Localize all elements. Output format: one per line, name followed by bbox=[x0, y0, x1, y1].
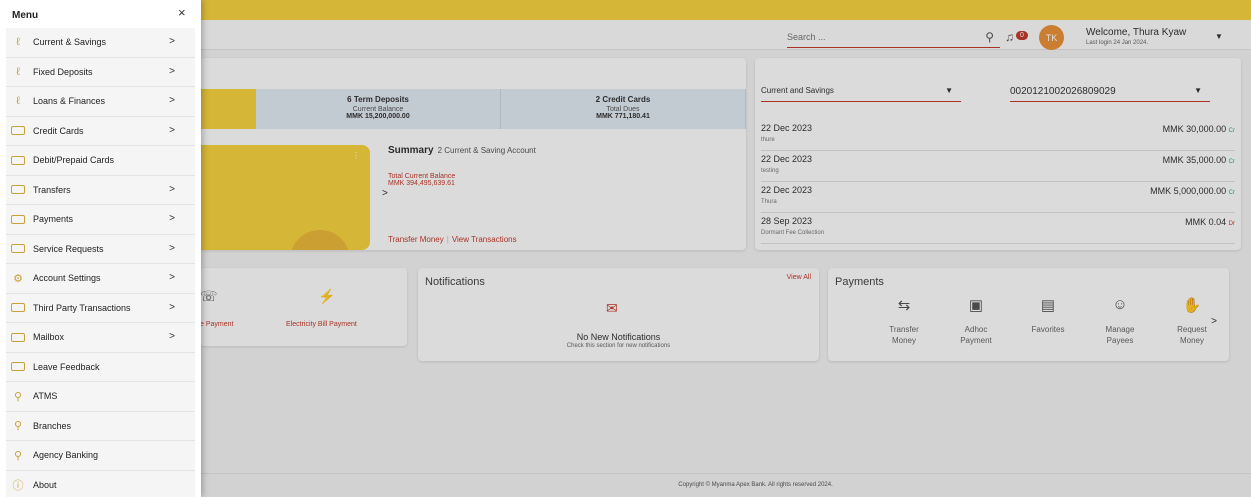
menu-item-label: Third Party Transactions bbox=[33, 302, 131, 313]
menu-item-label: Agency Banking bbox=[33, 450, 99, 461]
menu-item-label: Leave Feedback bbox=[33, 361, 100, 372]
card-icon bbox=[11, 126, 25, 136]
menu-item-label: Account Settings bbox=[33, 273, 101, 284]
transfer-icon bbox=[11, 185, 25, 195]
menu-item-label: Credit Cards bbox=[33, 125, 84, 136]
chevron-right-icon: > bbox=[169, 36, 175, 47]
chevron-right-icon: > bbox=[169, 242, 175, 254]
menu-item-label: ATMS bbox=[33, 391, 58, 402]
menu-item-credit-cards[interactable]: Credit Cards > bbox=[6, 116, 195, 146]
chevron-right-icon: > bbox=[169, 331, 175, 342]
chevron-right-icon: > bbox=[169, 65, 175, 77]
gear-icon: ⚙ bbox=[13, 272, 23, 285]
menu-item-branches[interactable]: ⚲ Branches bbox=[6, 411, 195, 441]
feedback-icon bbox=[11, 362, 25, 372]
menu-item-label: Payments bbox=[33, 214, 74, 225]
people-icon: ℓ bbox=[16, 95, 20, 108]
menu-item-label: About bbox=[33, 479, 57, 490]
menu-item-debit-prepaid-cards[interactable]: Debit/Prepaid Cards bbox=[6, 146, 195, 176]
card-icon bbox=[11, 155, 25, 165]
menu-list: ℓ Current & Savings > ℓ Fixed Deposits > ℓ Loan… bbox=[0, 28, 201, 497]
people-icon: ℓ bbox=[16, 36, 20, 49]
chevron-right-icon: > bbox=[169, 95, 175, 106]
chevron-right-icon: > bbox=[169, 272, 175, 283]
menu-item-current-savings[interactable]: ℓ Current & Savings > bbox=[6, 28, 195, 58]
menu-item-label: Fixed Deposits bbox=[33, 66, 93, 77]
chevron-right-icon: > bbox=[169, 124, 175, 136]
menu-item-label: Mailbox bbox=[33, 332, 65, 343]
menu-item-label: Current & Savings bbox=[33, 37, 107, 48]
info-icon: ⓘ bbox=[12, 479, 24, 492]
menu-item-label: Loans & Finances bbox=[33, 96, 106, 107]
people-icon: ℓ bbox=[16, 65, 20, 78]
menu-item-mailbox[interactable]: Mailbox > bbox=[6, 323, 195, 353]
close-icon[interactable]: × bbox=[178, 5, 186, 20]
menu-item-label: Transfers bbox=[33, 184, 71, 195]
menu-item-payments[interactable]: Payments > bbox=[6, 205, 195, 235]
menu-item-about[interactable]: ⓘ About bbox=[6, 470, 195, 497]
menu-item-label: Debit/Prepaid Cards bbox=[33, 155, 115, 166]
chevron-right-icon: > bbox=[169, 183, 175, 195]
menu-item-agency-banking[interactable]: ⚲ Agency Banking bbox=[6, 441, 195, 471]
service-icon bbox=[11, 244, 25, 254]
menu-title: Menu bbox=[12, 10, 39, 21]
menu-item-fixed-deposits[interactable]: ℓ Fixed Deposits > bbox=[6, 57, 195, 87]
menu-item-third-party-transactions[interactable]: Third Party Transactions > bbox=[6, 293, 195, 323]
location-icon: ⚲ bbox=[13, 420, 23, 433]
menu-item-loans-finances[interactable]: ℓ Loans & Finances > bbox=[6, 87, 195, 117]
mail-icon bbox=[11, 332, 25, 342]
card-icon bbox=[11, 214, 25, 224]
menu-item-service-requests[interactable]: Service Requests > bbox=[6, 234, 195, 264]
menu-item-label: Service Requests bbox=[33, 243, 104, 254]
chevron-right-icon: > bbox=[169, 213, 175, 224]
location-icon: ⚲ bbox=[13, 390, 23, 403]
menu-item-leave-feedback[interactable]: Leave Feedback bbox=[6, 352, 195, 382]
side-menu: Menu × ℓ Current & Savings > ℓ Fixed Deposit… bbox=[0, 0, 201, 497]
menu-item-atms[interactable]: ⚲ ATMS bbox=[6, 382, 195, 412]
transfer-icon bbox=[11, 303, 25, 313]
location-icon: ⚲ bbox=[13, 449, 23, 462]
menu-item-account-settings[interactable]: ⚙ Account Settings > bbox=[6, 264, 195, 294]
chevron-right-icon: > bbox=[169, 301, 175, 313]
menu-item-transfers[interactable]: Transfers > bbox=[6, 175, 195, 205]
menu-item-label: Branches bbox=[33, 420, 72, 431]
